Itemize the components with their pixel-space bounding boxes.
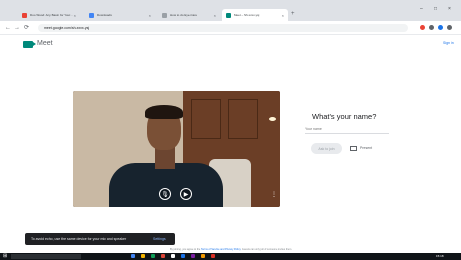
tab-label: How to do Eye-Care <box>170 13 198 17</box>
terms-link[interactable]: Terms of Service and Privacy Policy <box>201 248 241 251</box>
taskbar-app-icon[interactable] <box>171 254 175 258</box>
taskbar-app-icon[interactable] <box>211 254 215 258</box>
tab-favicon-icon <box>162 12 167 18</box>
camera-preview: 🎙 ▶ ⋮ <box>73 91 280 207</box>
preview-person-neck <box>155 147 175 169</box>
tab-favicon-icon <box>89 12 94 18</box>
meet-logo-icon <box>23 41 36 48</box>
close-tab-icon[interactable]: × <box>149 13 151 18</box>
camera-toggle-button[interactable]: ▶ <box>180 188 192 200</box>
taskbar-search-box[interactable] <box>11 254 81 259</box>
close-tab-icon[interactable]: × <box>74 13 76 18</box>
reload-icon[interactable]: ⟳ <box>24 24 29 32</box>
terms-prefix: By joining, you agree to the <box>170 248 201 251</box>
preview-lamp <box>269 117 276 121</box>
ask-to-join-button[interactable]: Ask to join <box>311 143 342 154</box>
cabinet-panel <box>228 99 258 139</box>
start-menu-icon[interactable]: ⊞ <box>3 254 7 259</box>
taskbar-clock: 15:18 <box>436 254 444 258</box>
taskbar-app-icon[interactable] <box>151 254 155 258</box>
more-options-icon[interactable]: ⋮ <box>271 191 277 198</box>
preview-person-hair <box>145 105 183 119</box>
meet-favicon-icon <box>226 12 231 18</box>
sign-in-link[interactable]: Sign in <box>443 41 454 45</box>
tab-label: Downloads <box>97 13 112 17</box>
close-window-button[interactable]: × <box>448 6 451 12</box>
name-input[interactable] <box>305 125 389 134</box>
new-tab-button[interactable]: + <box>291 11 295 17</box>
close-tab-icon[interactable]: × <box>282 13 284 18</box>
taskbar-app-icon[interactable] <box>141 254 145 258</box>
minimize-button[interactable]: – <box>420 6 423 12</box>
tab-favicon-icon <box>22 12 27 18</box>
forward-arrow-icon[interactable]: → <box>14 24 20 32</box>
tab-label: Meet – Sh-xxxx-ysj <box>234 13 260 17</box>
star-icon[interactable] <box>429 25 434 30</box>
present-button[interactable]: Present <box>360 146 372 150</box>
taskbar-app-icon[interactable] <box>161 254 165 258</box>
close-tab-icon[interactable]: × <box>214 13 216 18</box>
present-screen-icon[interactable] <box>350 146 357 151</box>
cabinet-panel <box>191 99 221 139</box>
os-taskbar: ⊞ 15:18 <box>0 253 461 260</box>
taskbar-app-icon[interactable] <box>191 254 195 258</box>
address-bar-row: ← → ⟳ meet.google.com/sh-xxxx-ysj <box>0 21 461 35</box>
terms-suffix: . Guests can only join if someone invite… <box>240 248 293 251</box>
camera-icon: ▶ <box>183 191 189 198</box>
url-field[interactable]: meet.google.com/sh-xxxx-ysj <box>38 24 408 32</box>
maximize-button[interactable]: □ <box>434 6 437 12</box>
browser-tab-strip: Duo Wood: Any Basin for Your... × Downlo… <box>0 0 461 21</box>
camera-indicator-icon[interactable] <box>420 25 425 30</box>
mic-toggle-button[interactable]: 🎙 <box>159 188 171 200</box>
tab-eye-care[interactable]: How to do Eye-Care × <box>158 9 220 21</box>
tab-downloads[interactable]: Downloads × <box>85 9 155 21</box>
taskbar-app-icon[interactable] <box>181 254 185 258</box>
toast-settings-button[interactable]: Settings <box>153 237 166 241</box>
tab-meet[interactable]: Meet – Sh-xxxx-ysj × <box>222 9 288 21</box>
name-prompt-heading: What's your name? <box>312 112 377 121</box>
taskbar-app-icon[interactable] <box>201 254 205 258</box>
app-title: Meet <box>37 40 53 47</box>
mic-icon: 🎙 <box>161 191 169 198</box>
terms-notice: By joining, you agree to the Terms of Se… <box>170 248 330 251</box>
back-arrow-icon[interactable]: ← <box>5 24 11 32</box>
browser-menu-icon[interactable] <box>447 25 452 30</box>
preview-person-body <box>109 163 223 207</box>
tab-duo-wood[interactable]: Duo Wood: Any Basin for Your... × <box>18 9 80 21</box>
tab-label: Duo Wood: Any Basin for Your... <box>30 13 73 17</box>
taskbar-app-icon[interactable] <box>131 254 135 258</box>
toast-message: To avoid echo, use the same device for y… <box>31 237 127 241</box>
echo-warning-toast: To avoid echo, use the same device for y… <box>25 233 175 245</box>
profile-avatar-icon[interactable] <box>438 25 443 30</box>
